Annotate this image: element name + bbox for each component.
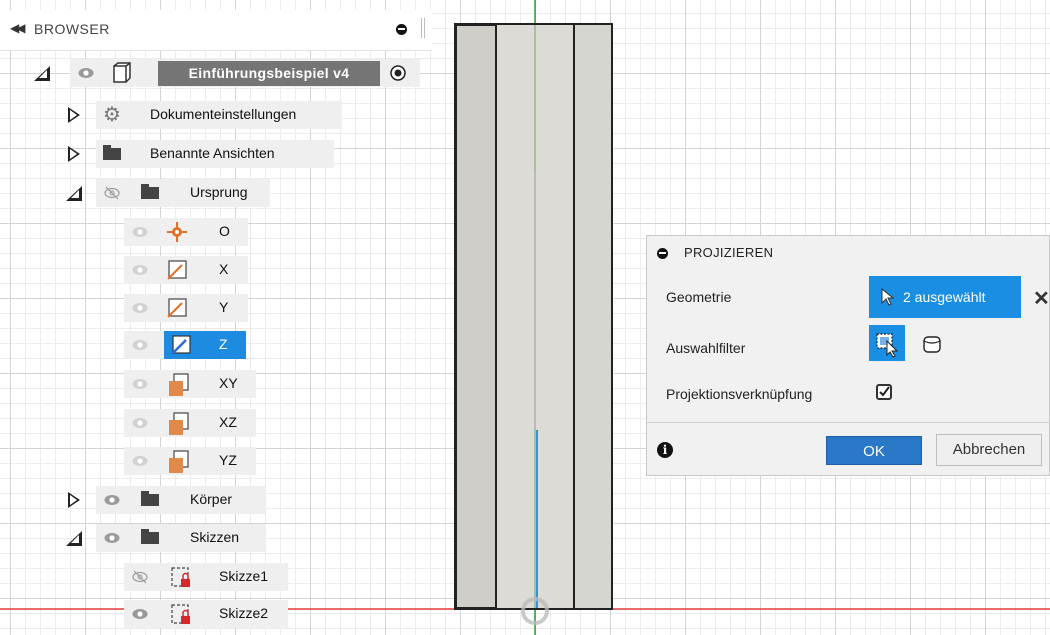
tree-item-label: YZ (219, 452, 237, 468)
projection-link-label: Projektionsverknüpfung (666, 386, 813, 402)
minus-circle-icon[interactable] (396, 24, 407, 35)
tree-item-label: Körper (190, 491, 233, 507)
tree-item-doc-settings[interactable]: ⚙ Dokumenteinstellungen (0, 99, 432, 131)
dialog-title: PROJIZIEREN (684, 245, 774, 260)
tree-item-label: Skizzen (190, 529, 240, 545)
tree-item-bodies[interactable]: Körper (0, 484, 432, 516)
gear-icon: ⚙ (103, 104, 121, 126)
tree-item-label: Skizze2 (219, 605, 269, 621)
tree-item-origin[interactable]: Ursprung (0, 177, 432, 209)
component-icon (113, 62, 131, 83)
project-dialog: PROJIZIEREN Geometrie 2 ausgewählt ✕ Aus… (646, 235, 1050, 476)
folder-icon (103, 145, 121, 160)
origin-point-icon (167, 222, 187, 242)
tree-item-label: Y (219, 299, 229, 315)
tree-item-sketch1[interactable]: Skizze1 (0, 561, 432, 593)
geometry-label: Geometrie (666, 289, 732, 305)
collapsed-triangle-icon[interactable] (68, 146, 80, 162)
expanded-triangle-icon[interactable] (34, 66, 50, 81)
geometry-selection-count: 2 ausgewählt (903, 289, 986, 305)
plane-icon (169, 412, 189, 435)
dialog-header[interactable]: PROJIZIEREN (647, 236, 1049, 271)
tree-item-label: XY (219, 375, 238, 391)
eye-hidden-icon[interactable] (132, 569, 148, 585)
tree-item-label: O (219, 223, 230, 239)
eye-icon[interactable] (78, 65, 94, 81)
model-body[interactable] (455, 24, 612, 609)
info-icon[interactable]: i (657, 442, 673, 458)
tree-item-label: Z (219, 336, 228, 352)
select-faces-icon[interactable] (869, 325, 905, 361)
minus-circle-icon[interactable] (657, 248, 668, 259)
cancel-button[interactable]: Abbrechen (936, 434, 1042, 466)
tree-item-label: X (219, 261, 229, 277)
eye-icon[interactable] (132, 300, 148, 316)
collapse-browser-icon[interactable]: ◀◀ (10, 21, 26, 35)
tree-item-label: Dokumenteinstellungen (150, 106, 297, 122)
tree-item-origin-yz[interactable]: YZ (0, 445, 432, 477)
sketch-icon (171, 604, 190, 624)
eye-icon[interactable] (104, 492, 120, 508)
tree-item-origin-o[interactable]: O (0, 216, 432, 248)
close-icon[interactable]: ✕ (1033, 286, 1050, 311)
tree-item-label: Benannte Ansichten (150, 145, 275, 161)
tree-item-label: XZ (219, 414, 237, 430)
eye-icon[interactable] (132, 337, 148, 353)
folder-icon (141, 529, 159, 544)
tree-item-origin-z[interactable]: Z (0, 329, 432, 361)
tree-item-origin-xy[interactable]: XY (0, 368, 432, 400)
eye-icon[interactable] (132, 224, 148, 240)
body-icon[interactable] (922, 334, 942, 354)
eye-icon[interactable] (132, 376, 148, 392)
tree-item-origin-y[interactable]: Y (0, 292, 432, 324)
root-component-label[interactable]: Einführungsbeispiel v4 (158, 61, 380, 86)
tree-item-sketch2[interactable]: Skizze2 (0, 598, 432, 630)
cursor-arrow-icon (881, 288, 895, 306)
tree-item-sketches[interactable]: Skizzen (0, 522, 432, 554)
plane-icon (169, 373, 189, 396)
collapsed-triangle-icon[interactable] (68, 492, 80, 508)
axis-icon (167, 260, 187, 280)
tree-item-label: Skizze1 (219, 568, 269, 584)
eye-icon[interactable] (132, 606, 148, 622)
eye-icon[interactable] (104, 530, 120, 546)
ok-button[interactable]: OK (826, 436, 922, 465)
tree-item-origin-xz[interactable]: XZ (0, 407, 432, 439)
expanded-triangle-icon[interactable] (66, 531, 82, 546)
browser-title: BROWSER (34, 21, 110, 37)
folder-icon (141, 491, 159, 506)
dialog-divider (647, 422, 1049, 423)
tree-item-label: Ursprung (190, 184, 248, 200)
axis-icon (171, 335, 191, 355)
geometry-select-button[interactable]: 2 ausgewählt (869, 276, 1021, 318)
selection-filter-label: Auswahlfilter (666, 340, 746, 356)
tree-item-named-views[interactable]: Benannte Ansichten (0, 138, 432, 170)
tree-item-origin-x[interactable]: X (0, 254, 432, 286)
radio-icon[interactable] (389, 64, 407, 82)
expanded-triangle-icon[interactable] (66, 186, 82, 201)
resize-handle-icon[interactable] (421, 18, 425, 38)
folder-icon (141, 184, 159, 199)
eye-icon[interactable] (132, 415, 148, 431)
eye-icon[interactable] (132, 262, 148, 278)
plane-icon (169, 450, 189, 473)
eye-hidden-icon[interactable] (104, 185, 120, 201)
projection-link-checkbox[interactable] (876, 384, 892, 400)
browser-header: ◀◀ BROWSER (0, 10, 432, 51)
collapsed-triangle-icon[interactable] (68, 107, 80, 123)
tree-root[interactable]: Einführungsbeispiel v4 (0, 57, 432, 89)
eye-icon[interactable] (132, 453, 148, 469)
sketch-icon (171, 567, 190, 587)
axis-icon (167, 298, 187, 318)
